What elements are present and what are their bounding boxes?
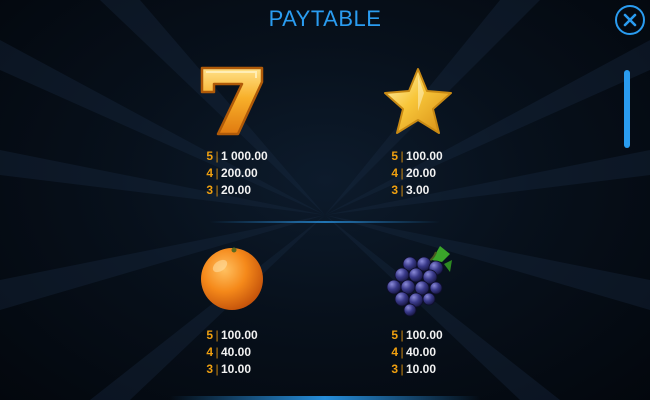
pay-row: 3 | 20.00 [206, 183, 252, 197]
seven-icon [200, 66, 264, 136]
page-title: PAYTABLE [268, 6, 382, 31]
star-paytable: 5 | 100.00 4 | 20.00 3 | 3.00 [390, 148, 510, 199]
seven-symbol [196, 64, 266, 138]
seven-paytable: 5 | 1 000.00 4 | 200.00 3 | 20.00 [205, 148, 325, 199]
bottom-glow [170, 396, 480, 400]
pay-row: 4 | 40.00 [391, 345, 437, 359]
pay-row: 3 | 10.00 [391, 362, 437, 376]
pay-row: 4 | 20.00 [391, 166, 437, 180]
orange-icon [201, 247, 263, 310]
orange-paytable: 5 | 100.00 4 | 40.00 3 | 10.00 [205, 327, 325, 378]
close-button[interactable] [615, 5, 645, 35]
section-divider [210, 221, 440, 223]
background-rays [0, 0, 650, 400]
pay-row: 3 | 10.00 [206, 362, 252, 376]
pay-row: 5 | 100.00 [391, 328, 443, 342]
scrollbar-thumb[interactable] [624, 70, 630, 148]
scrollbar[interactable] [624, 70, 632, 154]
grapes-symbol [384, 242, 456, 318]
pay-row: 4 | 200.00 [206, 166, 258, 180]
pay-row: 5 | 100.00 [391, 149, 443, 163]
close-icon [623, 13, 637, 27]
pay-row: 5 | 100.00 [206, 328, 258, 342]
pay-row: 5 | 1 000.00 [206, 149, 268, 163]
grapes-paytable: 5 | 100.00 4 | 40.00 3 | 10.00 [390, 327, 510, 378]
pay-row: 4 | 40.00 [206, 345, 252, 359]
star-symbol [382, 66, 454, 136]
star-icon [384, 68, 452, 134]
grapes-icon [386, 246, 452, 317]
orange-symbol [198, 244, 266, 312]
pay-row: 3 | 3.00 [391, 183, 430, 197]
